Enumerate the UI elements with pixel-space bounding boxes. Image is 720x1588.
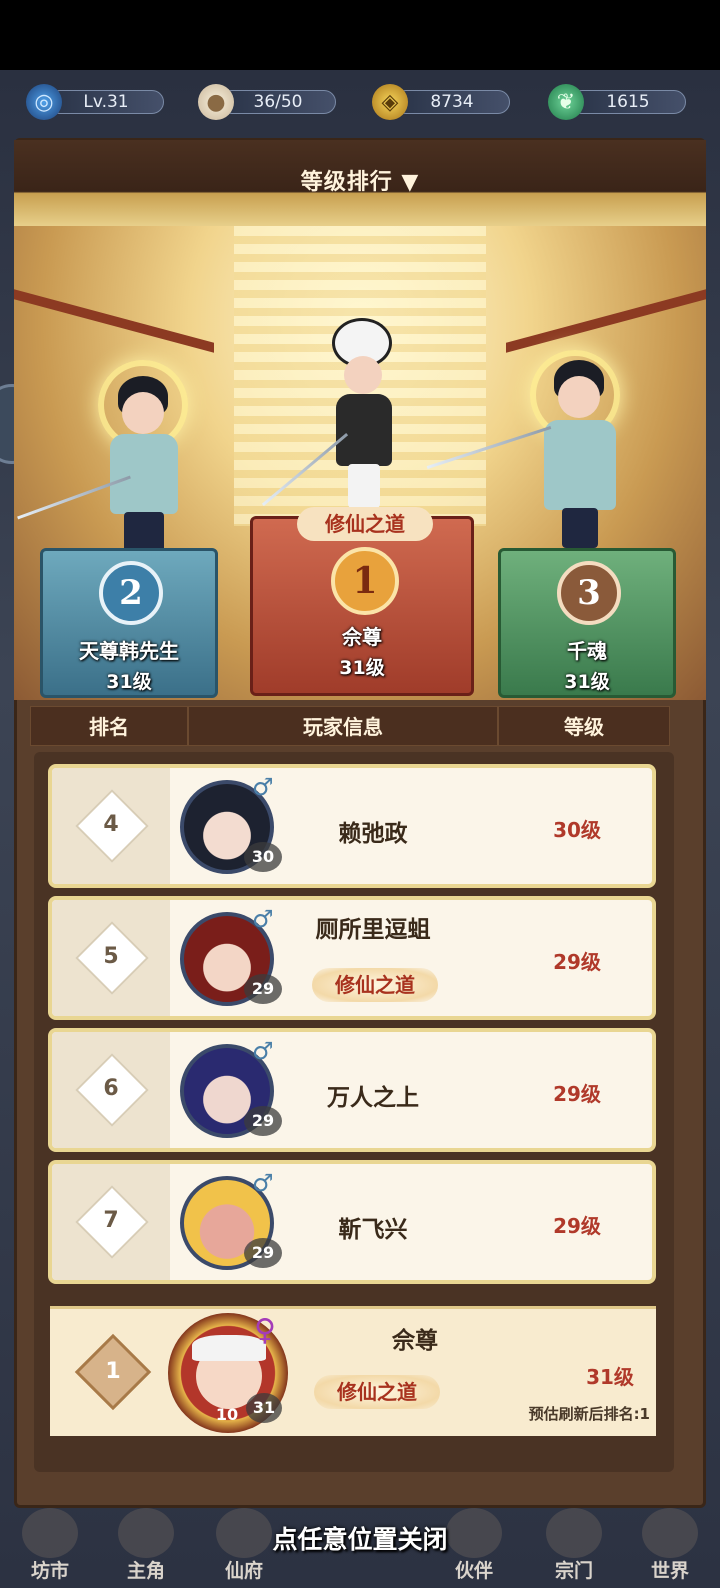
vip-level: 10 bbox=[215, 1405, 239, 1424]
nav-label: 世界 bbox=[650, 1560, 689, 1582]
rank-number: 7 bbox=[103, 1208, 119, 1233]
status-bar-area bbox=[0, 0, 720, 70]
rank-badge: 2 bbox=[99, 561, 163, 625]
nav-label: 主角 bbox=[126, 1560, 165, 1582]
bun-icon: ● bbox=[198, 84, 234, 120]
table-row[interactable]: 7 29 ♂ 靳飞兴 29级 bbox=[48, 1160, 656, 1284]
coin-icon: ◈ bbox=[372, 84, 408, 120]
player-name: 靳飞兴 bbox=[338, 1217, 408, 1243]
close-hint[interactable]: 点任意位置关闭 bbox=[0, 1520, 720, 1556]
avatar-level: 29 bbox=[244, 974, 282, 1004]
rank2-character[interactable] bbox=[17, 356, 204, 576]
character-head bbox=[122, 392, 164, 434]
rank-number: 5 bbox=[103, 944, 119, 969]
stamina-resource[interactable]: ● 36/50 bbox=[198, 84, 338, 120]
rank-badge: 3 bbox=[557, 561, 621, 625]
coins-value: 8734 bbox=[394, 90, 510, 114]
table-row[interactable]: 4 30 ♂ 赖弛政 30级 bbox=[48, 764, 656, 888]
player-level: 30级 bbox=[553, 818, 601, 842]
player-level: 29级 bbox=[553, 950, 601, 974]
player-level: 29级 bbox=[553, 1214, 601, 1238]
jade-resource[interactable]: ❦ 1615 bbox=[548, 84, 688, 120]
female-icon: ♀ bbox=[254, 1313, 276, 1348]
podium-name: 千魂 bbox=[567, 639, 607, 663]
character-head bbox=[558, 376, 600, 418]
jade-value: 1615 bbox=[570, 90, 686, 114]
player-name: 万人之上 bbox=[327, 1085, 419, 1111]
ranking-type-dropdown[interactable]: 等级排行 ▼ bbox=[14, 164, 706, 196]
podium-rank-3[interactable]: 3 千魂 31级 bbox=[498, 548, 676, 698]
podium-level: 31级 bbox=[339, 657, 385, 679]
my-ranking-row[interactable]: 1 10 31 ♀ 佘尊 修仙之道 31级 预估刷新后排名:1 bbox=[50, 1306, 656, 1436]
player-name: 赖弛政 bbox=[338, 821, 408, 847]
resource-bar: ◎ Lv.31 ● 36/50 ◈ 8734 ❦ 1615 bbox=[0, 84, 720, 124]
podium-level: 31级 bbox=[564, 671, 610, 693]
character-legs bbox=[562, 508, 598, 548]
player-level: 29级 bbox=[553, 1082, 601, 1106]
leaf-icon: ❦ bbox=[548, 84, 584, 120]
nav-label: 坊市 bbox=[30, 1560, 69, 1582]
column-player: 玩家信息 bbox=[188, 706, 498, 746]
podium-name: 佘尊 bbox=[342, 625, 382, 649]
avatar-level: 29 bbox=[244, 1238, 282, 1268]
title-badge: 修仙之道 bbox=[297, 507, 433, 541]
my-rank-number: 1 bbox=[105, 1359, 121, 1384]
rank1-character[interactable] bbox=[261, 318, 420, 528]
rank-number: 6 bbox=[103, 1076, 119, 1101]
nav-label: 伙伴 bbox=[454, 1560, 493, 1582]
player-name: 厕所里逗蛆 bbox=[315, 917, 431, 943]
rank3-character[interactable] bbox=[426, 336, 644, 566]
character-robe bbox=[544, 420, 616, 510]
character-dress bbox=[336, 394, 392, 466]
character-robe bbox=[110, 434, 178, 514]
my-player-name: 佘尊 bbox=[392, 1328, 438, 1354]
podium-rank-1[interactable]: 修仙之道 1 佘尊 31级 bbox=[250, 507, 474, 696]
avatar-level: 31 bbox=[246, 1393, 282, 1423]
player-level-value: Lv.31 bbox=[48, 90, 164, 114]
character-legs bbox=[124, 512, 164, 552]
table-header: 排名 玩家信息 等级 bbox=[30, 706, 670, 746]
coins-resource[interactable]: ◈ 8734 bbox=[372, 84, 512, 120]
avatar-level: 30 bbox=[244, 842, 282, 872]
character-head bbox=[344, 356, 382, 394]
table-row[interactable]: 5 29 ♂ 厕所里逗蛆 修仙之道 29级 bbox=[48, 896, 656, 1020]
male-icon: ♂ bbox=[252, 905, 274, 933]
player-level[interactable]: ◎ Lv.31 bbox=[26, 84, 166, 120]
my-level: 31级 bbox=[586, 1365, 634, 1389]
title-badge: 修仙之道 bbox=[314, 1375, 440, 1409]
nav-label: 仙府 bbox=[224, 1560, 263, 1582]
podium-stage: 2 天尊韩先生 31级 修仙之道 1 佘尊 31级 3 千魂 31级 bbox=[14, 226, 706, 700]
table-row[interactable]: 6 29 ♂ 万人之上 29级 bbox=[48, 1028, 656, 1152]
column-rank: 排名 bbox=[30, 706, 188, 746]
swirl-icon: ◎ bbox=[26, 84, 62, 120]
nav-label: 宗门 bbox=[554, 1560, 593, 1582]
podium-name: 天尊韩先生 bbox=[79, 639, 179, 663]
male-icon: ♂ bbox=[252, 1169, 274, 1197]
male-icon: ♂ bbox=[252, 1037, 274, 1065]
title-badge: 修仙之道 bbox=[312, 968, 438, 1002]
rank-number: 4 bbox=[103, 812, 119, 837]
male-icon: ♂ bbox=[252, 773, 274, 801]
stamina-value: 36/50 bbox=[220, 90, 336, 114]
podium-rank-2[interactable]: 2 天尊韩先生 31级 bbox=[40, 548, 218, 698]
podium-level: 31级 bbox=[106, 671, 152, 693]
avatar-level: 29 bbox=[244, 1106, 282, 1136]
rank-badge: 1 bbox=[331, 547, 399, 615]
predicted-rank: 预估刷新后排名:1 bbox=[528, 1405, 650, 1423]
character-legs bbox=[348, 464, 380, 508]
column-level: 等级 bbox=[498, 706, 670, 746]
ranking-header: 等级排行 ▼ bbox=[14, 140, 706, 226]
